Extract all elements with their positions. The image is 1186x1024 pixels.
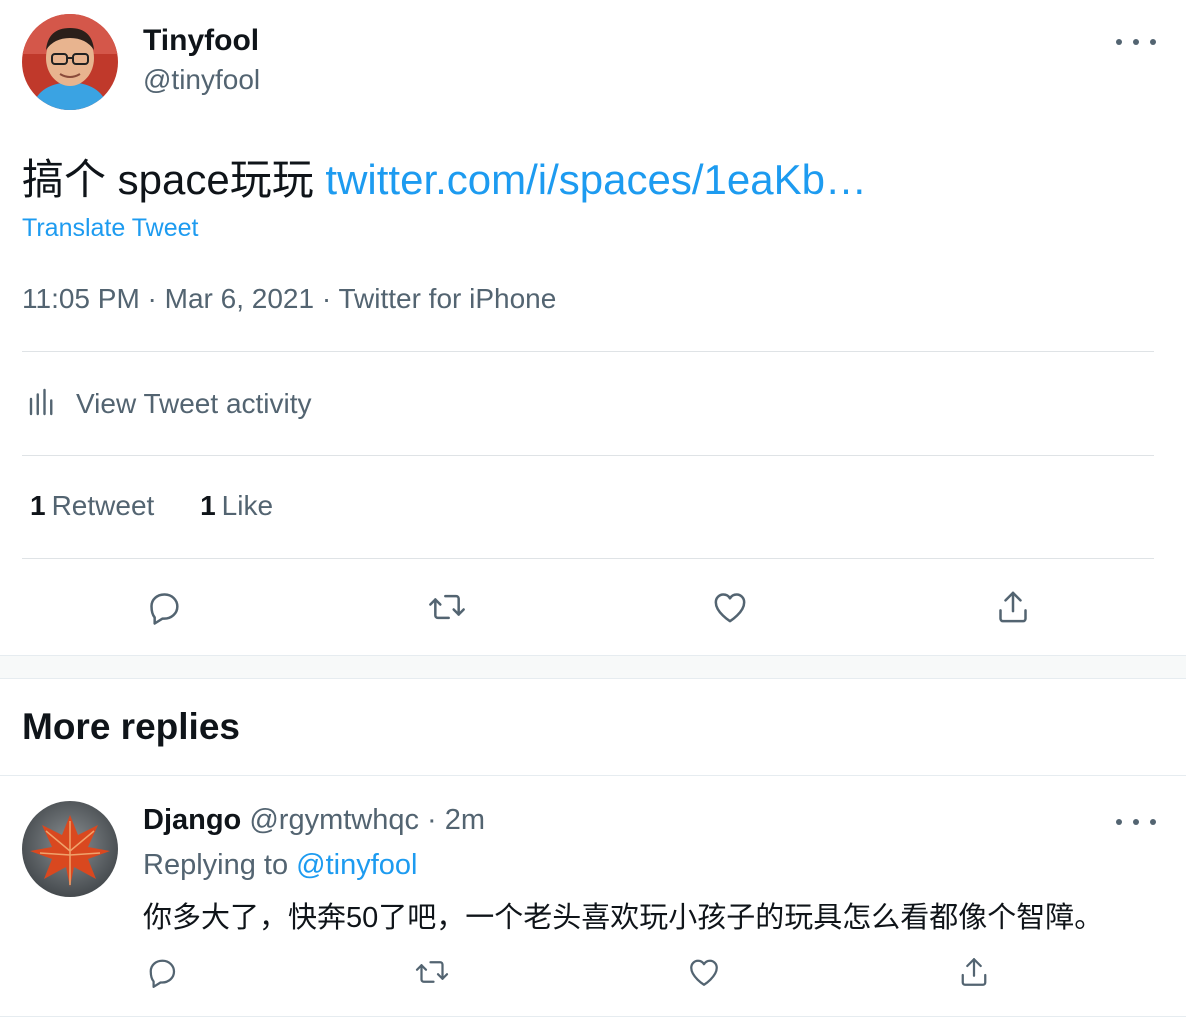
divider bbox=[0, 1016, 1186, 1017]
like-icon[interactable] bbox=[708, 585, 752, 629]
tweet-link[interactable]: twitter.com/i/spaces/1eaKb… bbox=[325, 156, 867, 203]
retweet-icon[interactable] bbox=[425, 585, 469, 629]
likes-stat[interactable]: 1 Like bbox=[200, 490, 273, 522]
tweet-timestamp-source[interactable]: 11:05 PM · Mar 6, 2021 · Twitter for iPh… bbox=[22, 283, 556, 315]
tweet-stats: 1 Retweet 1 Like bbox=[30, 490, 273, 522]
view-tweet-activity-button[interactable]: View Tweet activity bbox=[22, 384, 312, 424]
reply-author-avatar[interactable] bbox=[22, 801, 118, 897]
reply-author-handle[interactable]: @rgymtwhqc bbox=[249, 804, 419, 836]
reply-retweet-icon[interactable] bbox=[410, 950, 454, 994]
reply-timestamp[interactable]: 2m bbox=[445, 804, 485, 836]
more-options-icon[interactable] bbox=[1116, 28, 1156, 56]
like-label: Like bbox=[221, 490, 274, 521]
like-count: 1 bbox=[200, 490, 216, 521]
tweet-detail-page: Tinyfool @tinyfool 搞个 space玩玩 twitter.co… bbox=[0, 0, 1186, 1024]
divider bbox=[22, 558, 1154, 559]
retweet-count: 1 bbox=[30, 490, 46, 521]
author-handle[interactable]: @tinyfool bbox=[143, 64, 260, 96]
section-separator bbox=[0, 655, 1186, 679]
retweets-stat[interactable]: 1 Retweet bbox=[30, 490, 154, 522]
divider bbox=[22, 351, 1154, 352]
more-replies-heading: More replies bbox=[22, 706, 240, 747]
retweet-label: Retweet bbox=[51, 490, 155, 521]
tweet-body-text: 搞个 space玩玩 bbox=[22, 156, 326, 203]
share-icon[interactable] bbox=[991, 585, 1035, 629]
reply-icon[interactable] bbox=[142, 585, 186, 629]
divider bbox=[22, 455, 1154, 456]
reply-text: 你多大了，快奔50了吧，一个老头喜欢玩小孩子的玩具怎么看都像个智障。 bbox=[143, 902, 1104, 934]
reply-like-icon[interactable] bbox=[682, 950, 726, 994]
replying-to-label: Replying to bbox=[143, 849, 297, 881]
reply-more-options-icon[interactable] bbox=[1116, 808, 1156, 836]
author-avatar[interactable] bbox=[22, 14, 118, 110]
reply-share-icon[interactable] bbox=[952, 950, 996, 994]
bar-chart-icon bbox=[22, 384, 58, 425]
author-name[interactable]: Tinyfool bbox=[143, 24, 259, 58]
separator-dot: · bbox=[427, 804, 437, 836]
tweet-text: 搞个 space玩玩 twitter.com/i/spaces/1eaKb… bbox=[22, 146, 867, 207]
reply-author-name[interactable]: Django bbox=[143, 804, 241, 836]
view-tweet-activity-label: View Tweet activity bbox=[76, 388, 312, 419]
replying-to-line: Replying to @tinyfool bbox=[143, 849, 417, 882]
translate-tweet-link[interactable]: Translate Tweet bbox=[22, 214, 198, 243]
divider bbox=[0, 775, 1186, 776]
reply-reply-icon[interactable] bbox=[140, 950, 184, 994]
replying-to-mention[interactable]: @tinyfool bbox=[296, 849, 417, 881]
reply-header: Django @rgymtwhqc · 2m bbox=[143, 804, 485, 837]
